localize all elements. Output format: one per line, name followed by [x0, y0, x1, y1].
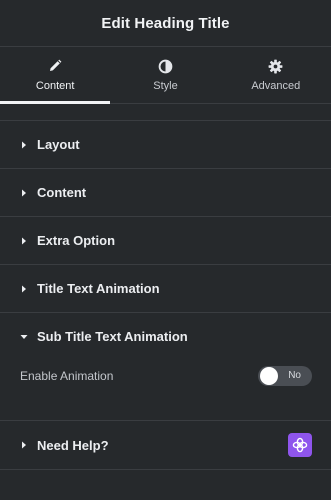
tab-style[interactable]: Style: [110, 47, 220, 103]
toggle-state-text: No: [288, 370, 301, 381]
tab-bar: Content Style Advanced: [0, 47, 331, 104]
gear-icon: [268, 58, 284, 74]
toggle-knob: [260, 367, 278, 385]
section-sub-title-text-animation-label: Sub Title Text Animation: [37, 329, 188, 344]
tab-style-label: Style: [153, 80, 178, 92]
tab-spacer: [0, 104, 331, 120]
sub-title-animation-controls: Enable Animation No: [0, 360, 331, 420]
panel-title: Edit Heading Title: [101, 14, 230, 32]
section-title-text-animation-label: Title Text Animation: [37, 281, 160, 296]
plugin-logo-icon[interactable]: [288, 433, 312, 457]
tab-advanced[interactable]: Advanced: [221, 47, 331, 103]
section-layout[interactable]: Layout: [0, 120, 331, 168]
section-title-text-animation[interactable]: Title Text Animation: [0, 264, 331, 312]
caret-right-icon: [20, 440, 28, 450]
caret-right-icon: [20, 236, 28, 246]
enable-animation-row: Enable Animation No: [20, 364, 312, 388]
tab-content[interactable]: Content: [0, 47, 111, 104]
tab-content-label: Content: [35, 80, 75, 92]
section-content[interactable]: Content: [0, 168, 331, 216]
editor-panel: Edit Heading Title Content Style Advance…: [0, 0, 331, 500]
tab-advanced-label: Advanced: [251, 80, 301, 92]
enable-animation-toggle[interactable]: No: [258, 366, 312, 386]
need-help-label: Need Help?: [37, 437, 109, 453]
pencil-icon: [47, 58, 63, 74]
contrast-icon: [157, 58, 173, 74]
section-sub-title-text-animation[interactable]: Sub Title Text Animation: [0, 312, 331, 360]
bottom-divider: [0, 469, 331, 470]
caret-right-icon: [20, 140, 28, 150]
section-need-help[interactable]: Need Help?: [0, 420, 331, 469]
caret-down-icon: [20, 332, 28, 342]
caret-right-icon: [20, 188, 28, 198]
caret-right-icon: [20, 284, 28, 294]
panel-header: Edit Heading Title: [0, 0, 331, 47]
enable-animation-label: Enable Animation: [20, 369, 114, 383]
section-extra-option[interactable]: Extra Option: [0, 216, 331, 264]
section-content-label: Content: [37, 185, 87, 200]
section-layout-label: Layout: [37, 137, 80, 152]
section-extra-option-label: Extra Option: [37, 233, 116, 248]
